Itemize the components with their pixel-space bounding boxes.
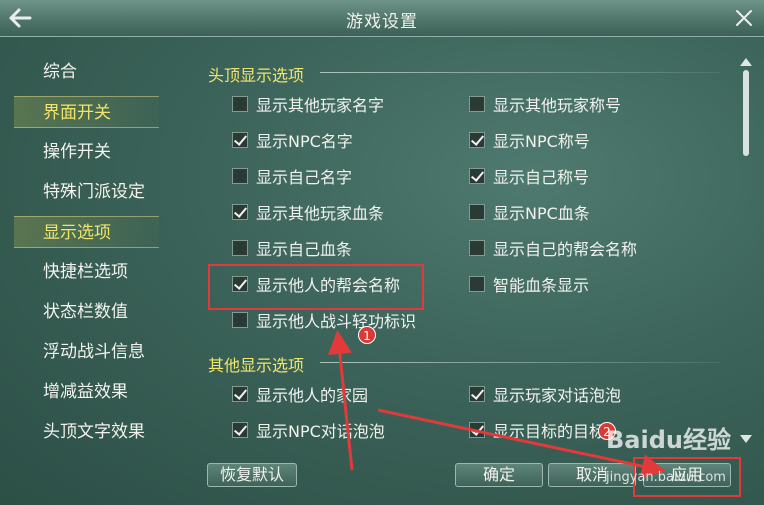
option-label: 智能血条显示 — [493, 276, 590, 295]
sidebar-item-school[interactable]: 特殊门派设定 — [14, 176, 159, 208]
checkbox[interactable] — [232, 168, 248, 184]
checkbox[interactable] — [469, 386, 485, 402]
scroll-down-icon[interactable] — [739, 434, 753, 444]
title-bar: 游戏设置 — [0, 0, 764, 37]
scrollbar-thumb[interactable] — [743, 70, 749, 156]
window-title: 游戏设置 — [346, 12, 418, 32]
section-divider — [320, 72, 720, 73]
option-label: 显示NPC名字 — [256, 132, 353, 151]
cancel-button[interactable]: 取消 — [548, 463, 636, 487]
sidebar-item-operation[interactable]: 操作开关 — [14, 136, 159, 168]
watermark-logo: Baidu经验 — [606, 426, 731, 454]
option-player-bubble[interactable]: 显示玩家对话泡泡 — [469, 382, 621, 406]
checkbox[interactable] — [232, 132, 248, 148]
option-other-player-hp[interactable]: 显示其他玩家血条 — [232, 200, 384, 224]
sidebar-item-general[interactable]: 综合 — [14, 56, 159, 88]
section-title-head: 头顶显示选项 — [208, 66, 305, 85]
close-button[interactable] — [734, 8, 754, 28]
close-icon — [736, 10, 752, 26]
scroll-up-icon[interactable] — [739, 57, 753, 67]
sidebar-item-hotbar[interactable]: 快捷栏选项 — [14, 256, 159, 288]
option-other-guild[interactable]: 显示他人的帮会名称 — [232, 272, 400, 296]
restore-defaults-button[interactable]: 恢复默认 — [207, 463, 297, 487]
option-npc-bubble[interactable]: 显示NPC对话泡泡 — [232, 418, 385, 442]
option-label: 显示NPC称号 — [493, 132, 590, 151]
option-other-player-name[interactable]: 显示其他玩家名字 — [232, 92, 384, 116]
option-label: 显示NPC血条 — [493, 204, 590, 223]
settings-sidebar: 综合 界面开关 操作开关 特殊门派设定 显示选项 快捷栏选项 状态栏数值 浮动战… — [0, 52, 190, 492]
settings-window: 游戏设置 综合 界面开关 操作开关 特殊门派设定 显示选项 快捷栏选项 状态栏数… — [0, 0, 764, 505]
checkbox[interactable] — [232, 276, 248, 292]
checkbox[interactable] — [469, 240, 485, 256]
option-self-guild[interactable]: 显示自己的帮会名称 — [469, 236, 637, 260]
option-label: 显示目标的目标 — [493, 422, 606, 441]
sidebar-item-buffs[interactable]: 增减益效果 — [14, 376, 159, 408]
checkbox[interactable] — [232, 240, 248, 256]
option-self-title[interactable]: 显示自己称号 — [469, 164, 589, 188]
checkbox[interactable] — [469, 132, 485, 148]
step-badge-2: 2 — [598, 422, 616, 440]
sidebar-item-combat-text[interactable]: 浮动战斗信息 — [14, 336, 159, 368]
sidebar-item-display[interactable]: 显示选项 — [14, 216, 159, 248]
option-label: 显示NPC对话泡泡 — [256, 422, 385, 441]
checkbox[interactable] — [469, 422, 485, 438]
option-label: 显示其他玩家血条 — [256, 204, 385, 223]
option-label: 显示自己名字 — [256, 168, 353, 187]
section-divider — [320, 362, 720, 363]
sidebar-item-interface[interactable]: 界面开关 — [14, 96, 159, 128]
section-title-other: 其他显示选项 — [208, 356, 305, 375]
step-badge-1: 1 — [358, 326, 376, 344]
option-npc-name[interactable]: 显示NPC名字 — [232, 128, 353, 152]
option-label: 显示他人的帮会名称 — [256, 276, 401, 295]
option-label: 显示其他玩家名字 — [256, 96, 385, 115]
option-target-of-target[interactable]: 显示目标的目标 — [469, 418, 605, 442]
checkbox[interactable] — [469, 204, 485, 220]
option-label: 显示他人战斗轻功标识 — [256, 312, 417, 331]
option-label: 显示玩家对话泡泡 — [493, 386, 622, 405]
sidebar-item-head-text[interactable]: 头顶文字效果 — [14, 416, 159, 448]
option-npc-title[interactable]: 显示NPC称号 — [469, 128, 590, 152]
checkbox[interactable] — [232, 386, 248, 402]
option-combat-qinggong[interactable]: 显示他人战斗轻功标识 — [232, 308, 416, 332]
option-smart-hp[interactable]: 智能血条显示 — [469, 272, 589, 296]
baidu-watermark: Baidu经验 jingyan.baidu.com — [606, 420, 756, 500]
option-npc-hp[interactable]: 显示NPC血条 — [469, 200, 590, 224]
checkbox[interactable] — [232, 422, 248, 438]
option-other-home[interactable]: 显示他人的家园 — [232, 382, 368, 406]
checkbox[interactable] — [232, 204, 248, 220]
option-self-name[interactable]: 显示自己名字 — [232, 164, 352, 188]
option-label: 显示自己的帮会名称 — [493, 240, 638, 259]
checkbox[interactable] — [469, 276, 485, 292]
option-self-hp[interactable]: 显示自己血条 — [232, 236, 352, 260]
option-label: 显示他人的家园 — [256, 386, 369, 405]
checkbox[interactable] — [469, 96, 485, 112]
option-label: 显示自己称号 — [493, 168, 590, 187]
apply-button[interactable]: 应用 — [643, 463, 731, 487]
sidebar-item-statusbar[interactable]: 状态栏数值 — [14, 296, 159, 328]
checkbox[interactable] — [469, 168, 485, 184]
option-other-player-title[interactable]: 显示其他玩家称号 — [469, 92, 621, 116]
option-label: 显示其他玩家称号 — [493, 96, 622, 115]
ok-button[interactable]: 确定 — [455, 463, 543, 487]
option-label: 显示自己血条 — [256, 240, 353, 259]
checkbox[interactable] — [232, 312, 248, 328]
checkbox[interactable] — [232, 96, 248, 112]
